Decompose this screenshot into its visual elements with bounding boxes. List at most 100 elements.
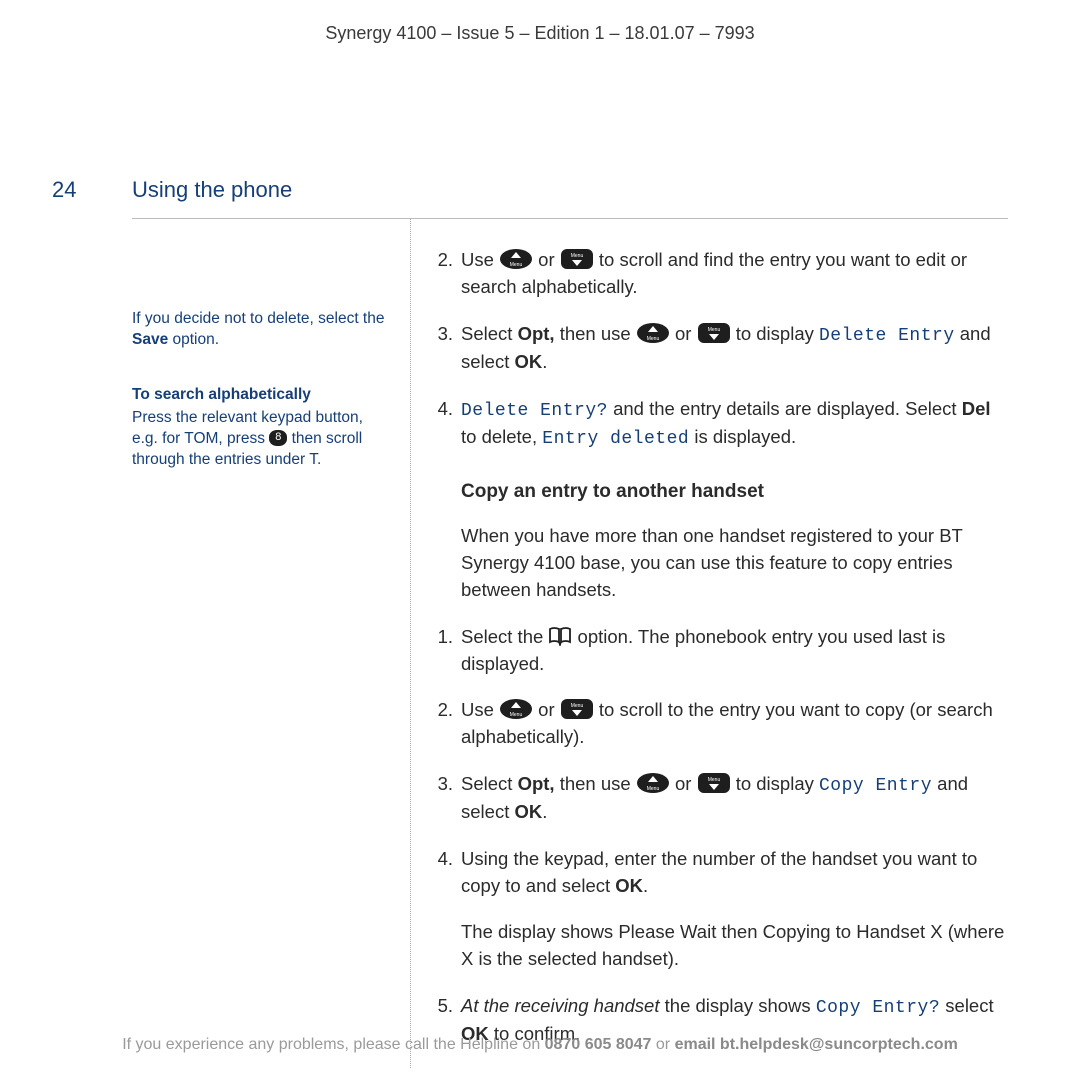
- lcd-text: Copy Entry?: [816, 998, 940, 1018]
- italic-text: At the receiving handset: [461, 995, 660, 1016]
- text: or: [651, 1036, 674, 1053]
- text: Select: [461, 323, 518, 344]
- text: If you experience any problems, please c…: [122, 1036, 544, 1053]
- step-body: Select Opt, then use Menu or Menu to dis…: [461, 321, 1010, 376]
- text: select: [940, 995, 993, 1016]
- text: or: [533, 699, 560, 720]
- lcd-text: Delete Entry: [819, 326, 955, 346]
- svg-text:Menu: Menu: [707, 777, 720, 783]
- nav-down-icon: Menu: [697, 322, 731, 344]
- text: or: [670, 773, 697, 794]
- section-title: Using the phone: [132, 174, 292, 206]
- text: .: [542, 351, 547, 372]
- text: or: [670, 323, 697, 344]
- lcd-text: Delete Entry?: [461, 401, 608, 421]
- nav-up-icon: Menu: [636, 322, 670, 344]
- svg-text:Menu: Menu: [707, 327, 720, 333]
- text: or: [533, 249, 560, 270]
- phonebook-icon: [548, 626, 572, 646]
- step-number: 1.: [433, 624, 461, 678]
- nav-down-icon: Menu: [697, 772, 731, 794]
- nav-up-icon: Menu: [636, 772, 670, 794]
- lcd-text: Copy Entry: [819, 776, 932, 796]
- manual-page: Synergy 4100 – Issue 5 – Edition 1 – 18.…: [0, 0, 1080, 1076]
- lcd-text: Entry deleted: [542, 429, 689, 449]
- copy-progress-text: The display shows Please Wait then Copyi…: [461, 919, 1010, 973]
- tip-search-title: To search alphabetically: [132, 385, 392, 406]
- text-bold: Save: [132, 331, 168, 348]
- svg-text:Menu: Menu: [647, 786, 660, 792]
- step-3: 3. Select Opt, then use Menu or Menu to …: [433, 771, 1010, 826]
- opt-label: Opt,: [518, 323, 555, 344]
- text: is displayed.: [689, 426, 796, 447]
- keypad-8-icon: 8: [269, 430, 287, 446]
- step-2: 2. Use Menu or Menu to scroll to the ent…: [433, 697, 1010, 751]
- text: then use: [555, 323, 636, 344]
- nav-down-icon: Menu: [560, 248, 594, 270]
- step-4: 4. Delete Entry? and the entry details a…: [433, 396, 1010, 452]
- svg-text:Menu: Menu: [510, 712, 523, 718]
- copy-intro: When you have more than one handset regi…: [461, 523, 1010, 603]
- text: to display: [731, 323, 819, 344]
- step-number: 3.: [433, 321, 461, 376]
- opt-label: Opt,: [518, 773, 555, 794]
- step-body: Use Menu or Menu to scroll to the entry …: [461, 697, 1010, 751]
- text: to delete,: [461, 426, 542, 447]
- text: option.: [168, 331, 219, 348]
- step-number: 4.: [433, 396, 461, 452]
- ok-label: OK: [615, 875, 643, 896]
- doc-header: Synergy 4100 – Issue 5 – Edition 1 – 18.…: [0, 0, 1080, 46]
- tip-search-body: Press the relevant keypad button, e.g. f…: [132, 408, 392, 471]
- text: .: [542, 801, 547, 822]
- step-body: Use Menu or Menu to scroll and find the …: [461, 247, 1010, 301]
- step-3: 3. Select Opt, then use Menu or Menu to …: [433, 321, 1010, 376]
- step-1: 1. Select the option. The phonebook entr…: [433, 624, 1010, 678]
- lcd-text: Copying to Handset X: [763, 921, 943, 942]
- title-row: 24 Using the phone: [0, 174, 1080, 206]
- text: Using the keypad, enter the number of th…: [461, 848, 977, 896]
- ok-label: OK: [514, 351, 542, 372]
- text: the display shows: [660, 995, 816, 1016]
- nav-up-icon: Menu: [499, 698, 533, 720]
- text: and the entry details are displayed. Sel…: [608, 398, 962, 419]
- svg-text:Menu: Menu: [647, 336, 660, 342]
- step-number: 3.: [433, 771, 461, 826]
- svg-text:Menu: Menu: [571, 253, 584, 259]
- page-number: 24: [52, 174, 132, 206]
- svg-text:Menu: Menu: [571, 703, 584, 709]
- text: then use: [555, 773, 636, 794]
- nav-up-icon: Menu: [499, 248, 533, 270]
- helpline-footer: If you experience any problems, please c…: [0, 1033, 1080, 1056]
- ok-label: OK: [514, 801, 542, 822]
- step-body: Select Opt, then use Menu or Menu to dis…: [461, 771, 1010, 826]
- text: If you decide not to delete, select the: [132, 310, 384, 327]
- text: to display: [731, 773, 819, 794]
- text: .: [643, 875, 648, 896]
- step-number: 4.: [433, 846, 461, 900]
- main-content: 2. Use Menu or Menu to scroll and find t…: [410, 219, 1010, 1068]
- step-body: Using the keypad, enter the number of th…: [461, 846, 1010, 900]
- helpline-phone: 0870 605 8047: [545, 1036, 652, 1053]
- text: then: [716, 921, 762, 942]
- step-body: Select the option. The phonebook entry y…: [461, 624, 1010, 678]
- steps-delete: 2. Use Menu or Menu to scroll and find t…: [433, 247, 1010, 452]
- lcd-text: Please Wait: [618, 921, 716, 942]
- content-columns: If you decide not to delete, select the …: [0, 219, 1080, 1068]
- step-number: 2.: [433, 697, 461, 751]
- svg-text:Menu: Menu: [510, 262, 523, 268]
- text: Select the: [461, 626, 548, 647]
- step-4: 4. Using the keypad, enter the number of…: [433, 846, 1010, 900]
- sidebar-tips: If you decide not to delete, select the …: [132, 219, 410, 1068]
- text: The display shows: [461, 921, 618, 942]
- tip-save: If you decide not to delete, select the …: [132, 309, 392, 351]
- del-label: Del: [962, 398, 991, 419]
- text: Select: [461, 773, 518, 794]
- steps-copy: 1. Select the option. The phonebook entr…: [433, 624, 1010, 900]
- helpline-email: email bt.helpdesk@suncorptech.com: [675, 1036, 958, 1053]
- text: Use: [461, 249, 499, 270]
- subheading-copy: Copy an entry to another handset: [461, 478, 1010, 506]
- text: Use: [461, 699, 499, 720]
- nav-down-icon: Menu: [560, 698, 594, 720]
- step-number: 2.: [433, 247, 461, 301]
- step-2: 2. Use Menu or Menu to scroll and find t…: [433, 247, 1010, 301]
